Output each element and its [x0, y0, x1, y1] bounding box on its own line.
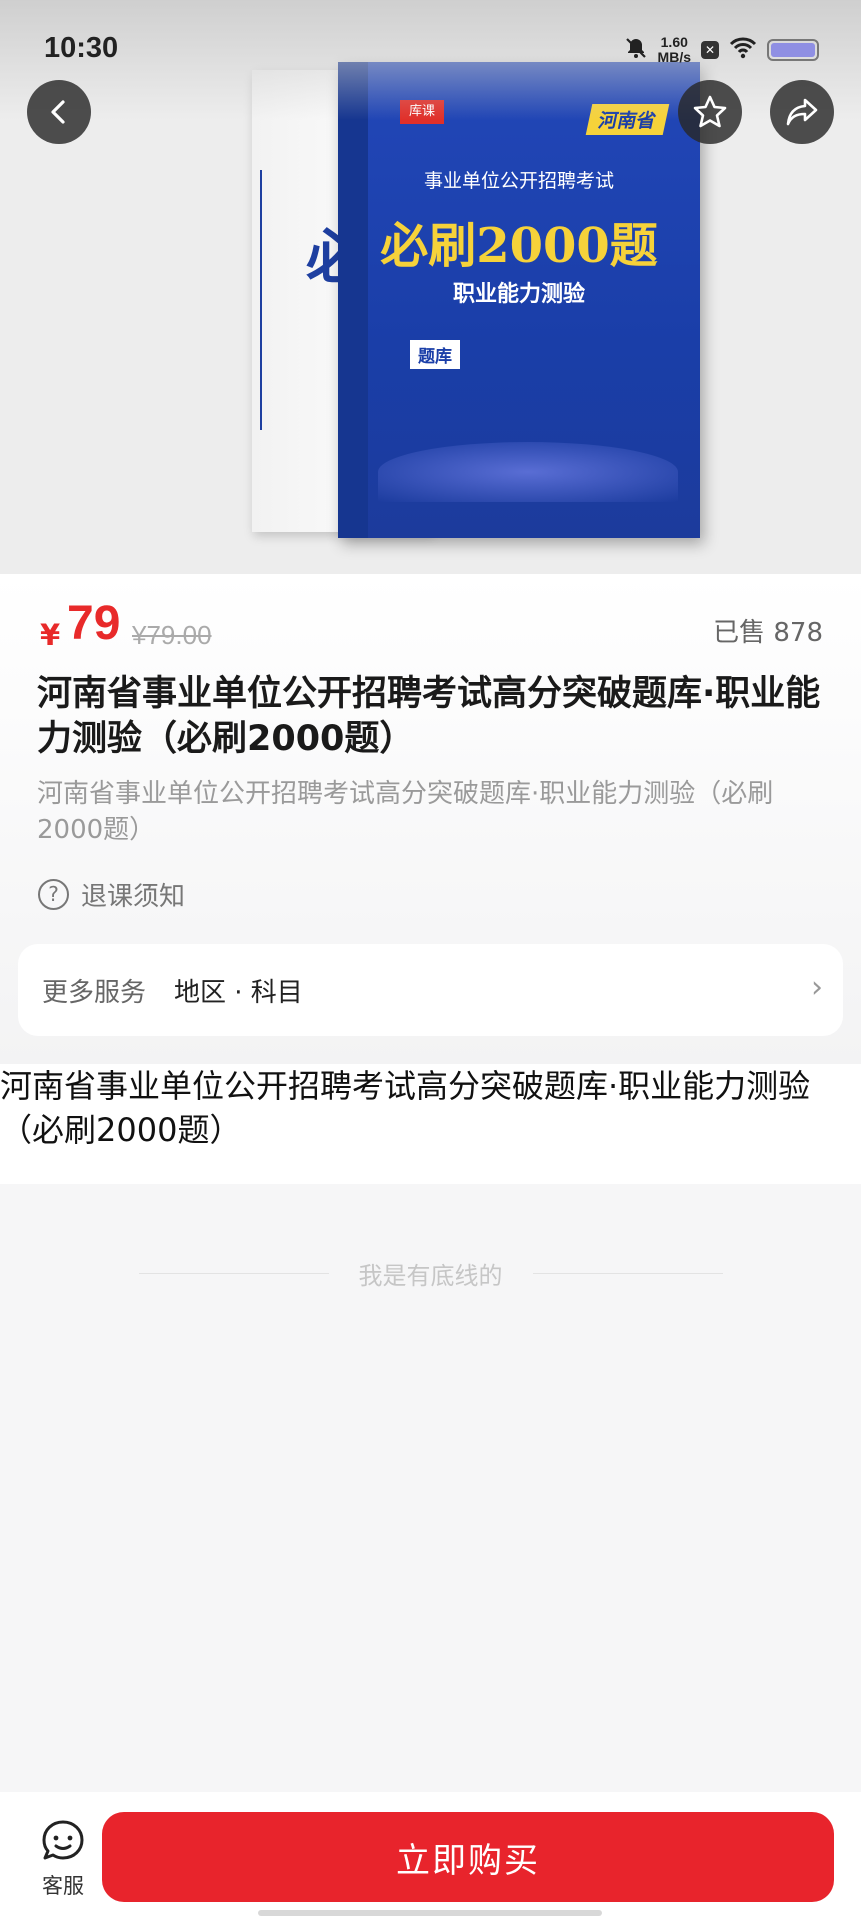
book-top-line: 事业单位公开招聘考试	[423, 170, 614, 192]
refund-notice-link[interactable]: ? 退课须知	[38, 876, 185, 913]
customer-service-button[interactable]: 客服	[34, 1818, 92, 1900]
product-title: 河南省事业单位公开招聘考试高分突破题库·职业能力测验（必刷2000题）	[37, 674, 821, 759]
original-price: ¥79.00	[132, 620, 212, 650]
book-tag: 题库	[410, 340, 460, 369]
favorite-button[interactable]	[678, 80, 742, 144]
share-button[interactable]	[770, 80, 834, 144]
share-arrow-icon	[786, 98, 818, 126]
book-subtitle: 职业能力测验	[452, 281, 585, 307]
description-text: 河南省事业单位公开招聘考试高分突破题库·职业能力测验（必刷2000题）	[0, 1067, 811, 1149]
product-subtitle: 河南省事业单位公开招聘考试高分突破题库·职业能力测验（必刷2000题）	[37, 779, 774, 845]
more-services-row[interactable]: 更多服务 地区 · 科目 ›	[18, 944, 843, 1036]
buy-now-button[interactable]: 立即购买	[102, 1812, 834, 1902]
battery-icon	[767, 39, 819, 61]
chevron-right-icon: ›	[811, 970, 823, 1005]
status-time: 10:30	[44, 32, 119, 64]
back-button[interactable]	[27, 80, 91, 144]
price-currency: ¥	[40, 618, 61, 652]
notification-x-icon: ✕	[701, 41, 719, 59]
star-icon	[693, 95, 727, 128]
chevron-left-icon	[51, 100, 65, 124]
book-wave-decoration	[378, 442, 678, 502]
question-icon: ?	[38, 879, 69, 910]
network-speed: 1.60 MB/s	[657, 34, 691, 65]
home-indicator[interactable]	[258, 1910, 602, 1916]
more-services-label: 更多服务	[42, 977, 147, 1008]
customer-service-label: 客服	[42, 1874, 84, 1898]
wifi-icon	[729, 37, 757, 63]
more-services-value: 地区 · 科目	[174, 977, 303, 1008]
book-front-cover: 库课 河南省 事业单位公开招聘考试 必刷2000题 职业能力测验 题库	[338, 62, 700, 538]
bell-muted-icon	[624, 36, 648, 64]
refund-notice-label: 退课须知	[81, 882, 186, 912]
status-bar: 10:30 1.60 MB/s ✕	[0, 0, 861, 96]
end-of-list-text: 我是有底线的	[358, 1262, 503, 1290]
end-of-list: 我是有底线的	[0, 1256, 861, 1291]
price: 79	[67, 597, 121, 650]
sold-count: 已售 878	[713, 618, 823, 648]
customer-service-icon	[42, 1820, 84, 1860]
book-title: 必刷2000题	[380, 218, 658, 274]
